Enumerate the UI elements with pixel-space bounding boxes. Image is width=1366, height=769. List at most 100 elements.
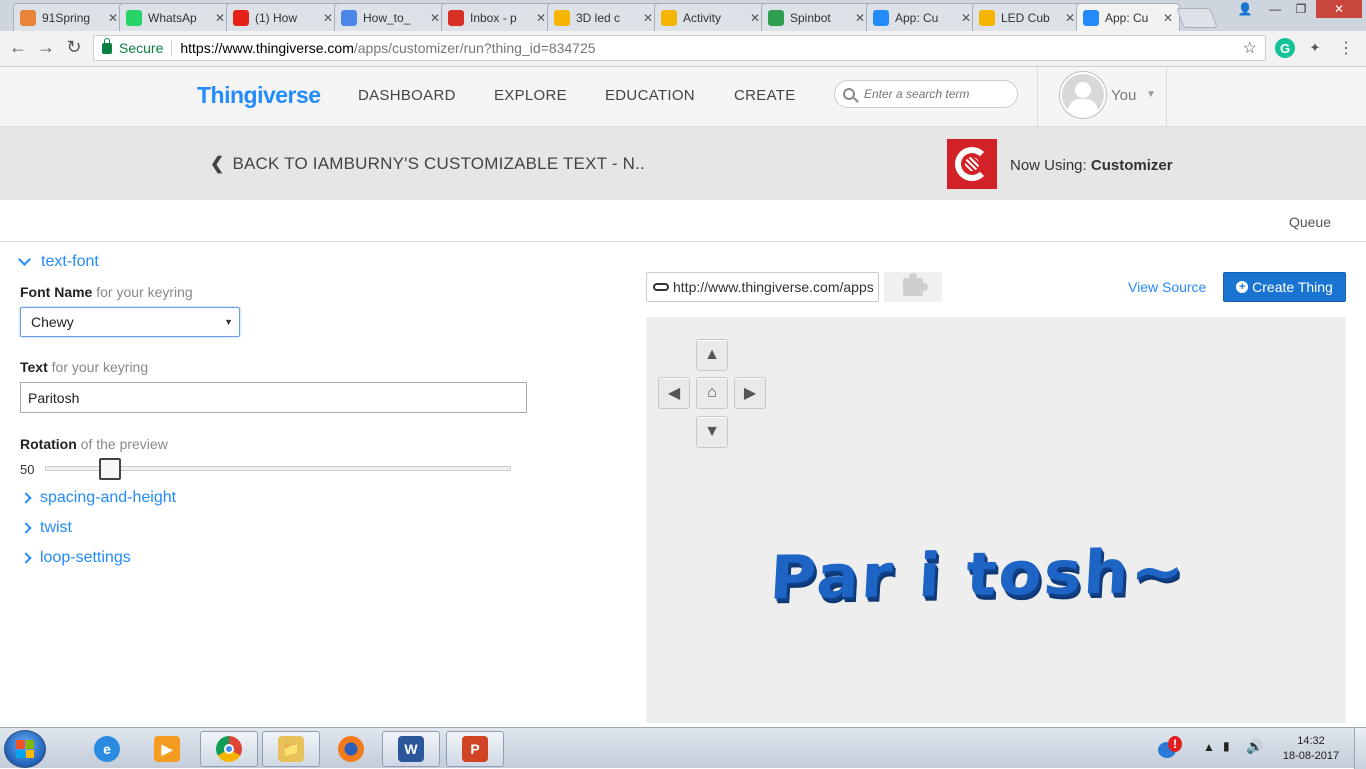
reload-icon[interactable]: ↻ xyxy=(62,37,86,58)
tab-close-icon[interactable]: ✕ xyxy=(643,11,653,25)
internet-explorer-icon[interactable]: e xyxy=(78,731,136,767)
whatsapp-icon xyxy=(126,9,142,26)
tab-close-icon[interactable]: ✕ xyxy=(750,11,760,25)
font-name-select[interactable]: Chewy ▼ xyxy=(20,307,240,337)
firefox-icon[interactable] xyxy=(322,731,380,767)
forward-arrow-icon[interactable]: → xyxy=(34,37,58,58)
pan-down-button[interactable]: ▼ xyxy=(696,416,728,448)
section-loop-settings[interactable]: loop-settings xyxy=(20,549,131,567)
queue-bar: Queue xyxy=(0,200,1366,242)
power-icon[interactable]: ▮ xyxy=(1223,739,1230,753)
arrow-down-icon: ▼ xyxy=(704,423,720,440)
section-twist[interactable]: twist xyxy=(20,519,72,537)
new-tab-button[interactable] xyxy=(1176,8,1218,28)
url-field[interactable]: Secure https://www.thingiverse.com/apps/… xyxy=(93,35,1266,61)
chevron-left-icon: ❮ xyxy=(210,154,225,173)
tab-close-icon[interactable]: ✕ xyxy=(536,11,546,25)
show-hidden-icons[interactable]: ▲ xyxy=(1203,740,1215,754)
queue-link[interactable]: Queue xyxy=(1289,214,1331,230)
minimize-button[interactable]: — xyxy=(1262,0,1288,18)
word-icon[interactable]: W xyxy=(382,731,440,767)
browser-tab[interactable]: 3D led c ✕ xyxy=(547,3,660,31)
chevron-right-icon xyxy=(20,552,32,564)
gmail-icon xyxy=(448,9,464,26)
tab-close-icon[interactable]: ✕ xyxy=(323,11,333,25)
file-explorer-icon[interactable]: 📁 xyxy=(262,731,320,767)
browser-tab[interactable]: App: Cu ✕ xyxy=(866,3,978,31)
create-thing-button[interactable]: + Create Thing xyxy=(1223,272,1346,302)
tab-close-icon[interactable]: ✕ xyxy=(1065,11,1075,25)
user-label[interactable]: You xyxy=(1111,87,1136,104)
chevron-down-icon[interactable]: ▼ xyxy=(1146,89,1156,100)
view-source-link[interactable]: View Source xyxy=(1128,279,1206,295)
bookmark-star-icon[interactable]: ☆ xyxy=(1243,38,1257,58)
show-desktop-button[interactable] xyxy=(1354,728,1366,769)
nav-education[interactable]: EDUCATION xyxy=(605,87,695,104)
chrome-icon[interactable] xyxy=(200,731,258,767)
chrome-menu-icon[interactable]: ⋮ xyxy=(1336,38,1356,58)
home-view-button[interactable]: ⌂ xyxy=(696,377,728,409)
section-text-font[interactable]: text-font xyxy=(18,253,99,271)
window-close-button[interactable]: ✕ xyxy=(1316,0,1362,18)
extension-icon[interactable]: ✦ xyxy=(1305,38,1325,58)
pan-up-button[interactable]: ▲ xyxy=(696,339,728,371)
avatar[interactable] xyxy=(1060,72,1106,118)
action-center-icon[interactable]: ! xyxy=(1158,736,1182,758)
rotation-slider-handle[interactable] xyxy=(99,458,121,480)
pan-right-button[interactable]: ▶ xyxy=(734,377,766,409)
back-arrow-icon[interactable]: ← xyxy=(6,37,30,58)
site-header: Thingiverse DASHBOARD EXPLORE EDUCATION … xyxy=(0,67,1366,127)
font-name-label: Font Name for your keyring xyxy=(20,284,193,300)
dropdown-arrow-icon: ▼ xyxy=(224,317,233,327)
powerpoint-icon[interactable]: P xyxy=(446,731,504,767)
clock-date: 18-08-2017 xyxy=(1282,750,1340,762)
tab-close-icon[interactable]: ✕ xyxy=(215,11,225,25)
tab-close-icon[interactable]: ✕ xyxy=(108,11,118,25)
puzzle-button[interactable] xyxy=(884,272,942,302)
tab-close-icon[interactable]: ✕ xyxy=(855,11,865,25)
thingiverse-logo[interactable]: Thingiverse xyxy=(197,82,321,109)
browser-tab-strip: 91Spring ✕ WhatsAp ✕ (1) How ✕ How_to_ ✕ Inbox -… xyxy=(0,0,1366,31)
browser-tab[interactable]: How_to_ ✕ xyxy=(334,3,447,31)
tab-close-icon[interactable]: ✕ xyxy=(1163,11,1173,25)
grammarly-icon[interactable]: G xyxy=(1275,38,1295,58)
search-input[interactable] xyxy=(864,87,1014,101)
search-icon[interactable] xyxy=(843,88,855,100)
browser-tab[interactable]: LED Cub ✕ xyxy=(972,3,1082,31)
start-button[interactable] xyxy=(4,730,46,768)
now-using: Now Using: Customizer xyxy=(1010,157,1173,174)
browser-tab[interactable]: Inbox - p ✕ xyxy=(441,3,553,31)
browser-tab[interactable]: WhatsAp ✕ xyxy=(119,3,232,31)
browser-tab[interactable]: Activity ✕ xyxy=(654,3,767,31)
restore-button[interactable]: ❐ xyxy=(1288,0,1314,18)
volume-icon[interactable]: 🔊 xyxy=(1246,738,1263,755)
clock[interactable]: 14:32 18-08-2017 xyxy=(1276,734,1346,764)
tab-title: (1) How xyxy=(255,10,298,25)
user-menu[interactable]: You ▼ xyxy=(1037,67,1167,127)
share-url-field[interactable]: http://www.thingiverse.com/apps xyxy=(646,272,879,302)
section-spacing-and-height[interactable]: spacing-and-height xyxy=(20,489,176,507)
tab-close-icon[interactable]: ✕ xyxy=(430,11,440,25)
pan-left-button[interactable]: ◀ xyxy=(658,377,690,409)
chevron-right-icon xyxy=(20,522,32,534)
browser-tab[interactable]: 91Spring ✕ xyxy=(13,3,125,31)
back-link-label: BACK TO IAMBURNY'S CUSTOMIZABLE TEXT - N… xyxy=(232,154,645,173)
nav-dashboard[interactable]: DASHBOARD xyxy=(358,87,456,104)
thingiverse-icon xyxy=(873,9,889,26)
browser-tab[interactable]: (1) How ✕ xyxy=(226,3,340,31)
media-player-icon[interactable]: ▶ xyxy=(138,731,196,767)
nav-explore[interactable]: EXPLORE xyxy=(494,87,567,104)
font-name-value: Chewy xyxy=(31,314,74,330)
thingiverse-icon xyxy=(1083,9,1099,26)
back-link[interactable]: ❮ BACK TO IAMBURNY'S CUSTOMIZABLE TEXT - … xyxy=(210,154,645,174)
text-input[interactable]: Paritosh xyxy=(20,382,527,413)
nav-create[interactable]: CREATE xyxy=(734,87,796,104)
arrow-up-icon: ▲ xyxy=(704,346,720,363)
browser-tab[interactable]: App: Cu ✕ xyxy=(1076,3,1180,31)
rotation-hint: of the preview xyxy=(80,436,168,452)
browser-tab[interactable]: Spinbot ✕ xyxy=(761,3,872,31)
tab-title: Spinbot xyxy=(790,10,831,25)
tab-title: App: Cu xyxy=(1105,10,1149,25)
profile-icon[interactable]: 👤 xyxy=(1232,0,1258,18)
tab-close-icon[interactable]: ✕ xyxy=(961,11,971,25)
